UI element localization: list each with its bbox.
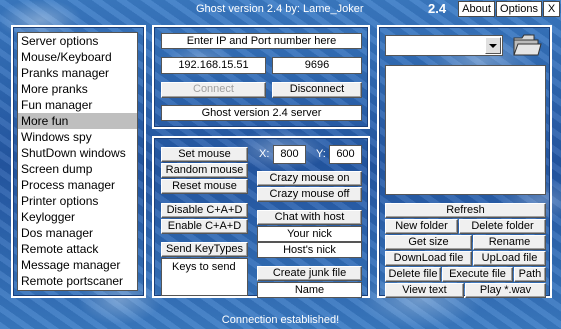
view-text-button[interactable]: View text [385,283,464,298]
y-field[interactable]: 600 [329,145,362,164]
menu-item[interactable]: Dos manager [18,225,137,241]
menu-item[interactable]: Screen dump [18,161,137,177]
about-button[interactable]: About [458,1,495,17]
enable-cad-button[interactable]: Enable C+A+D [161,219,248,234]
port-field[interactable]: 9696 [272,57,362,74]
menu-item[interactable]: Remote attack [18,241,137,257]
chat-with-host-button[interactable]: Chat with host [257,210,362,225]
junk-name-field[interactable]: Name [257,282,362,298]
menu-item[interactable]: Printer options [18,193,137,209]
drive-dropdown[interactable] [385,35,503,56]
create-junk-file-button[interactable]: Create junk file [257,266,362,281]
folder-icon[interactable] [512,32,542,58]
upload-file-button[interactable]: UpLoad file [473,251,546,266]
set-mouse-button[interactable]: Set mouse [161,147,248,162]
connect-button[interactable]: Connect [161,82,266,98]
server-version-field: Ghost version 2.4 server [161,105,362,121]
your-nick-field[interactable]: Your nick [257,226,362,242]
menu-item[interactable]: More fun [18,113,137,129]
status-text: Connection established! [221,314,340,326]
random-mouse-button[interactable]: Random mouse [161,163,248,178]
menu-item[interactable]: Keylogger [18,209,137,225]
menu-list[interactable]: Server options Mouse/Keyboard Pranks manag… [17,32,138,291]
ip-field[interactable]: 192.168.15.51 [161,57,266,74]
options-button[interactable]: Options [496,1,542,17]
menu-item[interactable]: More pranks [18,81,137,97]
hosts-nick-field[interactable]: Host's nick [257,242,362,258]
download-file-button[interactable]: DownLoad file [385,251,472,266]
send-keytypes-button[interactable]: Send KeyTypes [161,242,248,257]
version-label: 2.4 [428,1,447,16]
close-button[interactable]: X [543,1,560,17]
new-folder-button[interactable]: New folder [385,219,458,234]
play-wav-button[interactable]: Play *.wav [465,283,546,298]
crazy-mouse-off-button[interactable]: Crazy mouse off [257,187,362,202]
menu-item[interactable]: Pranks manager [18,65,137,81]
menu-item[interactable]: Fun manager [18,97,137,113]
menu-item[interactable]: Process manager [18,177,137,193]
execute-file-button[interactable]: Execute file [442,267,513,282]
delete-folder-button[interactable]: Delete folder [459,219,546,234]
crazy-mouse-on-button[interactable]: Crazy mouse on [257,171,362,186]
title-bar: Ghost version 2.4 by: Lame_Joker 2.4 Abo… [0,0,561,18]
disable-cad-button[interactable]: Disable C+A+D [161,203,248,218]
path-button[interactable]: Path [514,267,546,282]
menu-item[interactable]: Server options [18,33,137,49]
status-bar: Connection established! [0,313,561,329]
refresh-button[interactable]: Refresh [385,203,546,218]
chevron-down-icon[interactable] [485,37,501,54]
menu-item[interactable]: Mouse/Keyboard [18,49,137,65]
x-label: X: [259,148,270,160]
connection-prompt: Enter IP and Port number here [161,33,362,49]
x-field[interactable]: 800 [273,145,306,164]
file-list[interactable] [385,65,546,195]
rename-button[interactable]: Rename [473,235,546,250]
delete-file-button[interactable]: Delete file [385,267,441,282]
y-label: Y: [316,148,326,160]
menu-item[interactable]: ShutDown windows [18,145,137,161]
get-size-button[interactable]: Get size [385,235,472,250]
window-title: Ghost version 2.4 by: Lame_Joker [196,3,364,15]
menu-item[interactable]: Message manager [18,257,137,273]
keys-to-send-field[interactable]: Keys to send [161,258,248,296]
reset-mouse-button[interactable]: Reset mouse [161,179,248,194]
menu-item[interactable]: Windows spy [18,129,137,145]
disconnect-button[interactable]: Disconnect [272,82,362,98]
menu-item[interactable]: Remote portscaner [18,273,137,289]
